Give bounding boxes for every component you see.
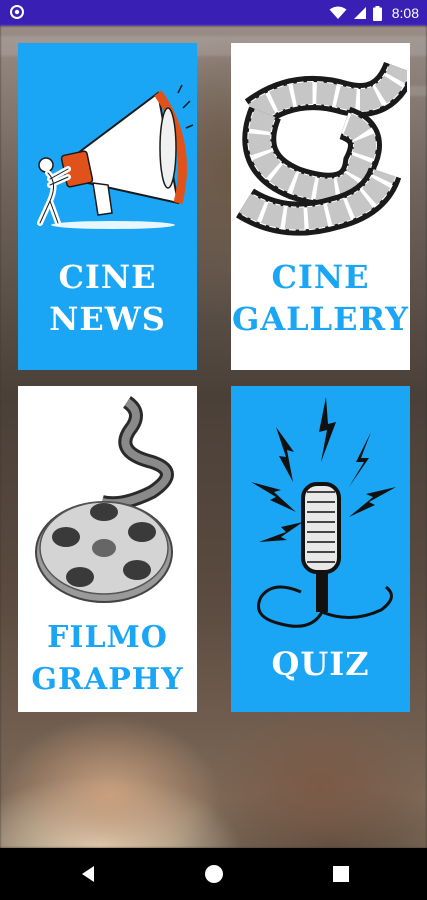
cine-news-label-line1: CINE: [58, 258, 157, 296]
cine-gallery-label-line2: GALLERY: [232, 300, 409, 338]
wifi-icon: [329, 6, 347, 19]
back-icon[interactable]: [76, 862, 100, 886]
film-strip-icon: [235, 61, 407, 236]
cine-news-label-line2: NEWS: [49, 300, 166, 338]
navigation-bar: [0, 848, 427, 900]
cine-gallery-card[interactable]: CINE GALLERY: [231, 43, 410, 370]
cine-gallery-label-line1: CINE: [271, 258, 370, 296]
battery-icon: [372, 5, 382, 21]
megaphone-icon: [37, 84, 193, 229]
status-time: 8:08: [391, 5, 419, 21]
film-reel-icon: [35, 396, 174, 603]
status-bar: 8:08: [0, 0, 427, 26]
recents-icon[interactable]: [329, 862, 353, 886]
filmography-card[interactable]: FILMO GRAPHY: [18, 386, 197, 712]
quiz-label: QUIZ: [271, 645, 370, 683]
signal-icon: [353, 7, 366, 19]
filmography-label-line2: GRAPHY: [31, 662, 184, 697]
microphone-icon: [251, 397, 396, 628]
home-icon[interactable]: [202, 862, 226, 886]
quiz-card[interactable]: QUIZ: [231, 386, 410, 712]
cine-news-card[interactable]: CINE NEWS: [18, 43, 197, 370]
filmography-label-line1: FILMO: [47, 620, 168, 655]
app-notification-icon: [10, 5, 24, 19]
